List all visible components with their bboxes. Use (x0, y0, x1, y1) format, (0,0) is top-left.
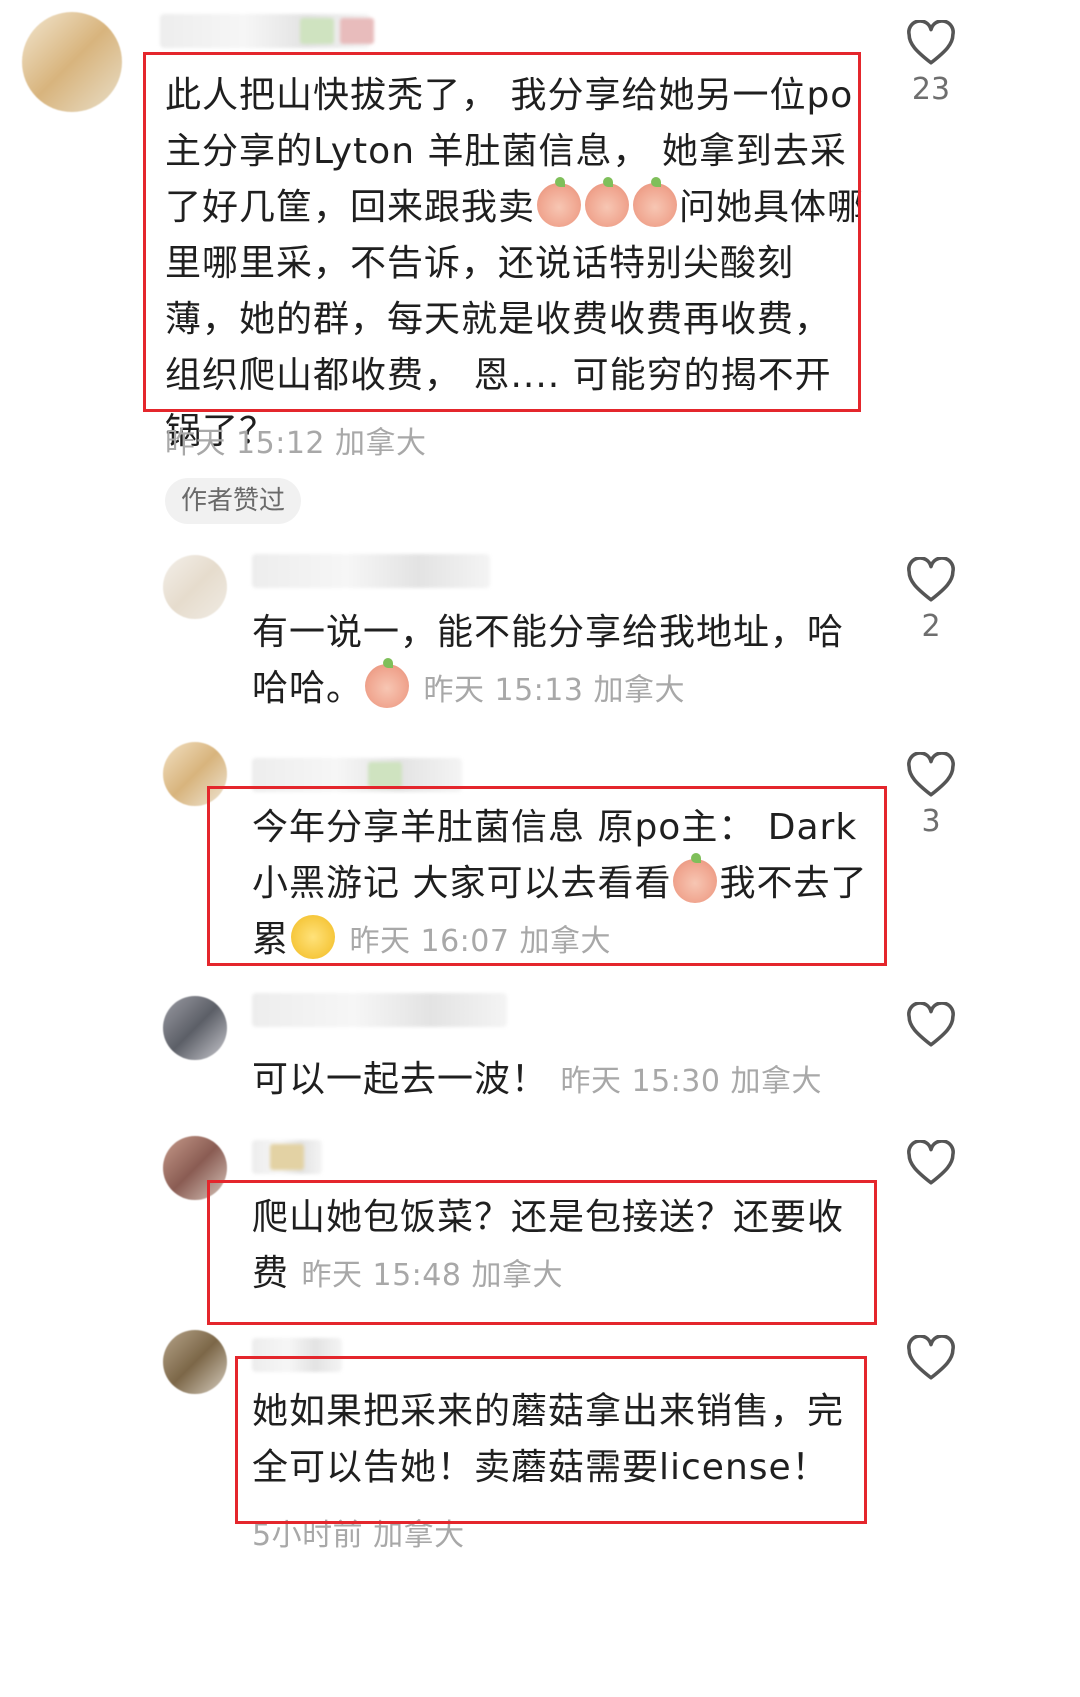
laughing-face-emoji (365, 658, 410, 708)
comment-text: 此人把山快拔秃了， 我分享给她另一位po主分享的Lyton 羊肚菌信息， 她拿到… (165, 75, 865, 452)
comment-meta: 昨天 15:12 加拿大 (165, 426, 427, 461)
like-button[interactable] (901, 1335, 961, 1387)
avatar[interactable] (163, 1136, 227, 1200)
like-button[interactable]: 3 (901, 752, 961, 839)
heart-icon (907, 20, 955, 65)
author-liked-badge: 作者赞过 (165, 478, 302, 524)
comment-text: 可以一起去一波！ 昨天 15:30 加拿大 (252, 1059, 822, 1100)
username-blurred[interactable] (252, 554, 490, 588)
tired-face-emoji (291, 915, 336, 959)
like-count: 3 (921, 804, 941, 839)
heart-icon (907, 557, 955, 602)
like-count: 23 (911, 72, 951, 107)
like-button[interactable] (901, 1002, 961, 1054)
username-blurred[interactable] (252, 1338, 342, 1372)
heart-icon (907, 1335, 955, 1380)
avatar[interactable] (163, 555, 227, 619)
heart-icon (907, 1140, 955, 1185)
avatar[interactable] (163, 742, 227, 806)
comment-text: 爬山她包饭菜？还是包接送？还要收费 昨天 15:48 加拿大 (252, 1197, 845, 1294)
comment-text: 有一说一，能不能分享给我地址，哈哈哈。 昨天 15:13 加拿大 (252, 612, 845, 709)
crying-face-emoji (633, 177, 678, 227)
username-blurred[interactable] (160, 14, 374, 48)
like-button[interactable]: 23 (901, 20, 961, 107)
comment-text: 她如果把采来的蘑菇拿出来销售，完全可以告她！卖蘑菇需要license！ (252, 1391, 845, 1488)
avatar[interactable] (22, 12, 122, 112)
comment-thread: 此人把山快拔秃了， 我分享给她另一位po主分享的Lyton 羊肚菌信息， 她拿到… (0, 0, 1080, 1697)
username-blurred[interactable] (252, 758, 462, 792)
crying-face-emoji (585, 177, 630, 227)
avatar[interactable] (163, 1330, 227, 1394)
avatar[interactable] (163, 996, 227, 1060)
comment-text: 今年分享羊肚菌信息 原po主： Dark 小黑游记 大家可以去看看 我不去了 累 … (252, 807, 868, 960)
kiss-face-emoji (673, 853, 718, 903)
heart-icon (907, 1002, 955, 1047)
like-button[interactable] (901, 1140, 961, 1192)
like-count: 2 (921, 609, 941, 644)
crying-face-emoji (537, 177, 582, 227)
like-button[interactable]: 2 (901, 557, 961, 644)
comment-meta: 5小时前 加拿大 (252, 1518, 465, 1553)
username-blurred[interactable] (252, 993, 507, 1027)
heart-icon (907, 752, 955, 797)
username-blurred[interactable] (252, 1140, 322, 1174)
